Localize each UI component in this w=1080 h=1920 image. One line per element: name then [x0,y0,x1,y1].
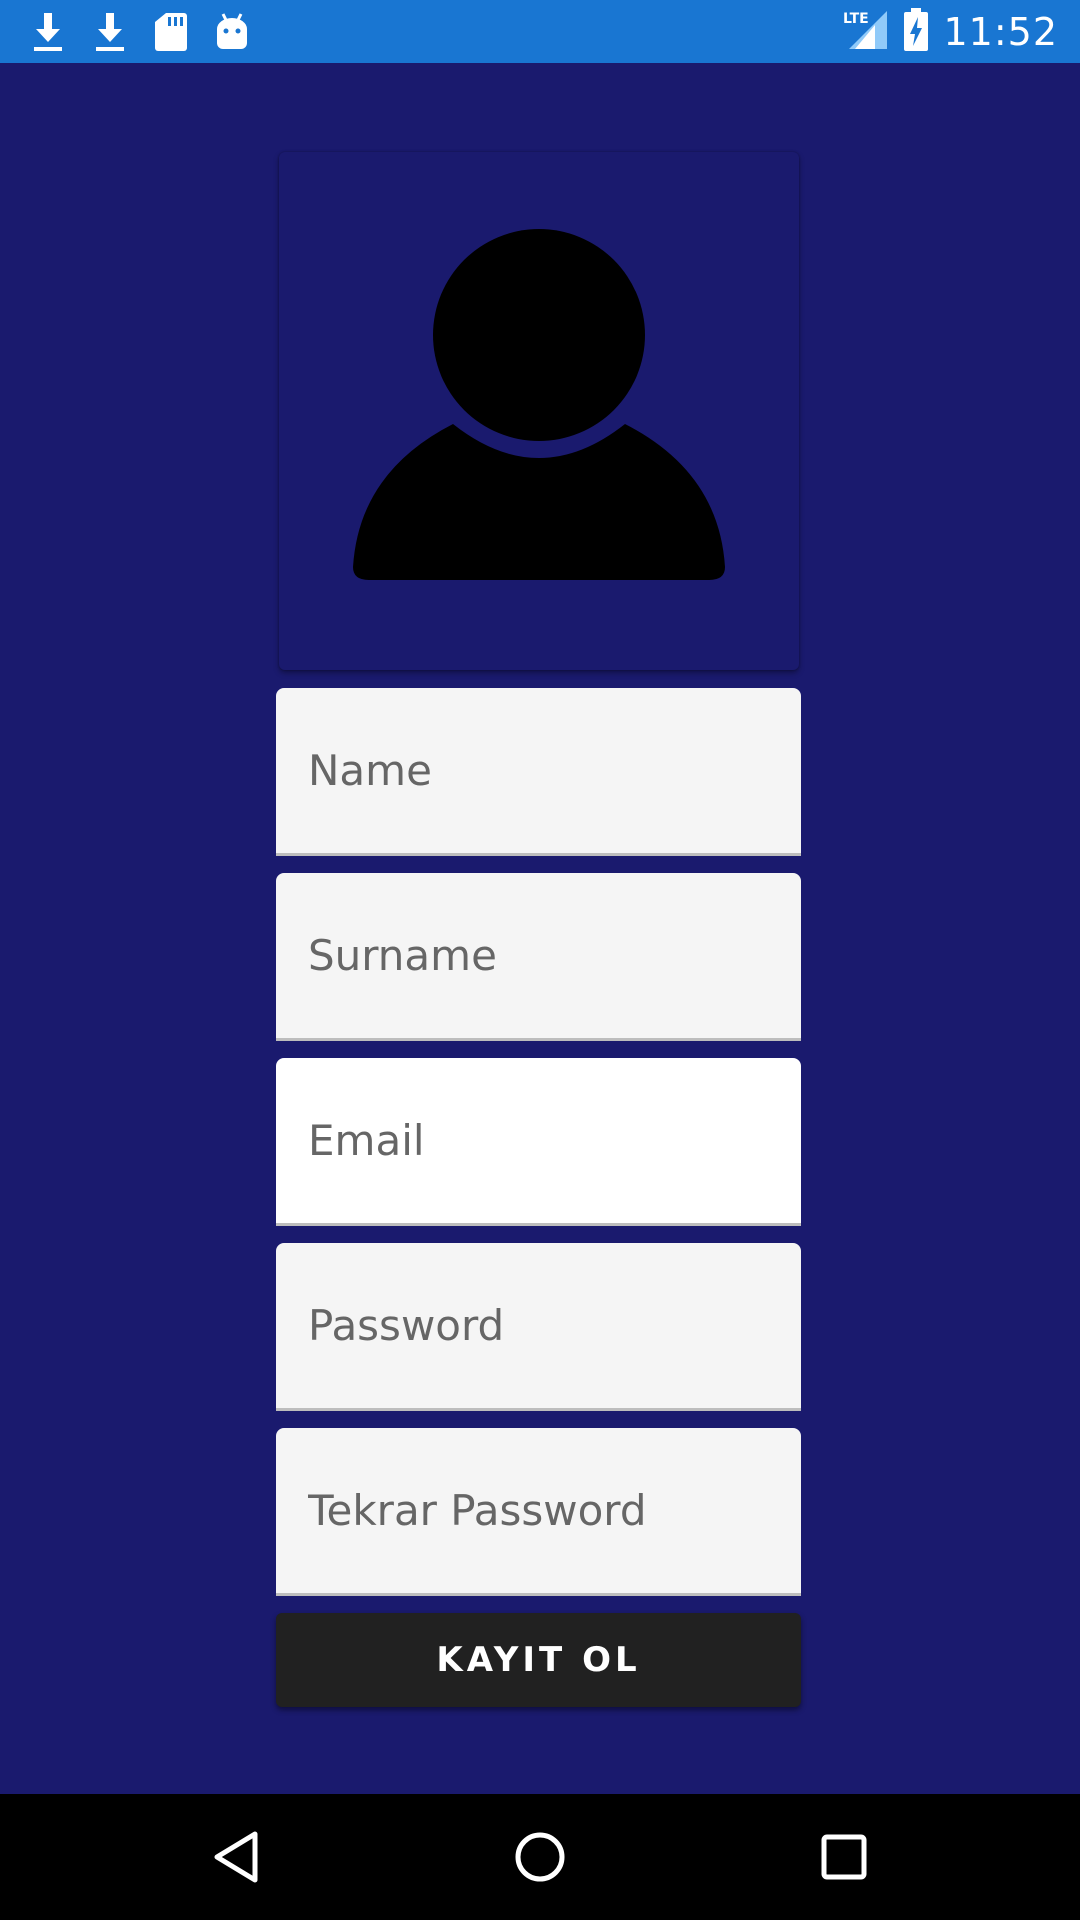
surname-input[interactable] [308,873,768,1038]
back-icon [214,1831,258,1883]
register-button[interactable]: KAYIT OL [276,1613,801,1707]
download-icon [30,11,66,53]
repeat-password-field-container [276,1428,801,1596]
back-button[interactable] [196,1817,276,1897]
home-icon [515,1832,565,1882]
battery-charging-icon [903,8,929,56]
profile-photo-card[interactable] [279,152,799,670]
recent-apps-button[interactable] [804,1817,884,1897]
registration-form: KAYIT OL [276,688,801,1707]
sd-card-icon [154,11,188,53]
network-type-label: LTE [843,11,869,27]
email-input[interactable] [308,1058,768,1223]
android-icon [214,11,250,53]
name-input[interactable] [308,688,768,853]
home-button[interactable] [500,1817,580,1897]
navigation-bar [0,1794,1080,1920]
password-field-container [276,1243,801,1411]
person-icon [353,229,725,580]
repeat-password-input[interactable] [308,1428,768,1593]
notification-icons [30,10,250,54]
status-bar: LTE 11:52 [0,0,1080,63]
email-field-container [276,1058,801,1226]
name-field-container [276,688,801,856]
signal-icon: LTE [843,9,889,55]
surname-field-container [276,873,801,1041]
recent-apps-icon [821,1834,867,1880]
clock: 11:52 [943,10,1058,54]
download-icon [92,11,128,53]
system-status: LTE 11:52 [843,8,1058,56]
password-input[interactable] [308,1243,768,1408]
